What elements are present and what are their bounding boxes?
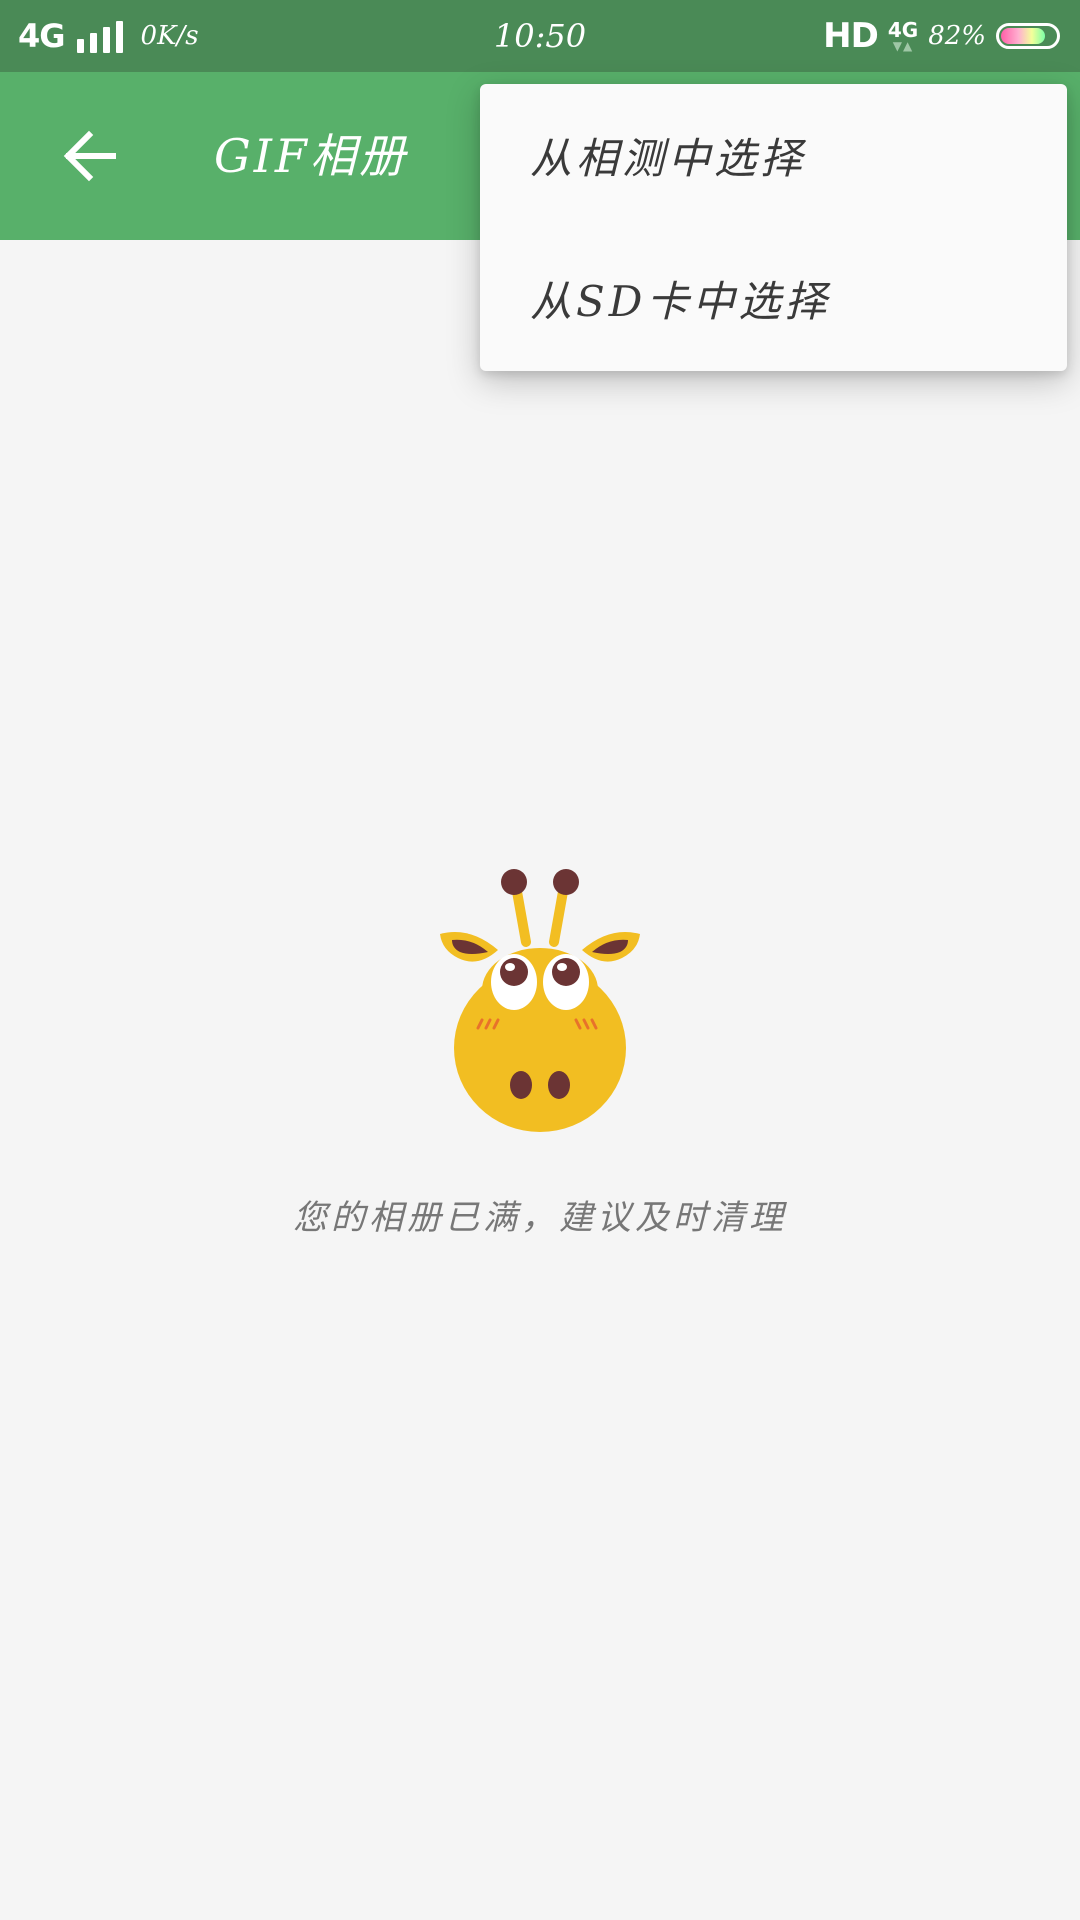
mobile-data-label: 4G — [887, 18, 919, 42]
data-activity-icon: ▼▲ — [892, 39, 914, 53]
arrow-left-icon — [63, 130, 116, 182]
empty-state: 您的相册已满，建议及时清理 — [0, 860, 1080, 1239]
page-title: GIF相册 — [214, 129, 408, 183]
hd-indicator: HD — [823, 16, 879, 56]
battery-level-fill — [1001, 28, 1046, 44]
battery-icon — [996, 23, 1060, 49]
giraffe-icon — [440, 869, 640, 1132]
menu-item-choose-from-album[interactable]: 从相测中选择 — [480, 84, 1067, 227]
empty-message: 您的相册已满，建议及时清理 — [293, 1198, 787, 1238]
status-right: HD 4G ▼▲ 82% — [823, 0, 1060, 72]
back-button[interactable] — [48, 114, 132, 198]
popup-menu: 从相测中选择 从SD卡中选择 — [480, 84, 1067, 371]
status-bar: 4G 0K/s 10:50 HD 4G ▼▲ 82% — [0, 0, 1080, 72]
mobile-data-icon: 4G ▼▲ — [888, 20, 918, 52]
menu-item-choose-from-sd-card[interactable]: 从SD卡中选择 — [480, 227, 1067, 370]
battery-percent: 82% — [928, 21, 986, 51]
